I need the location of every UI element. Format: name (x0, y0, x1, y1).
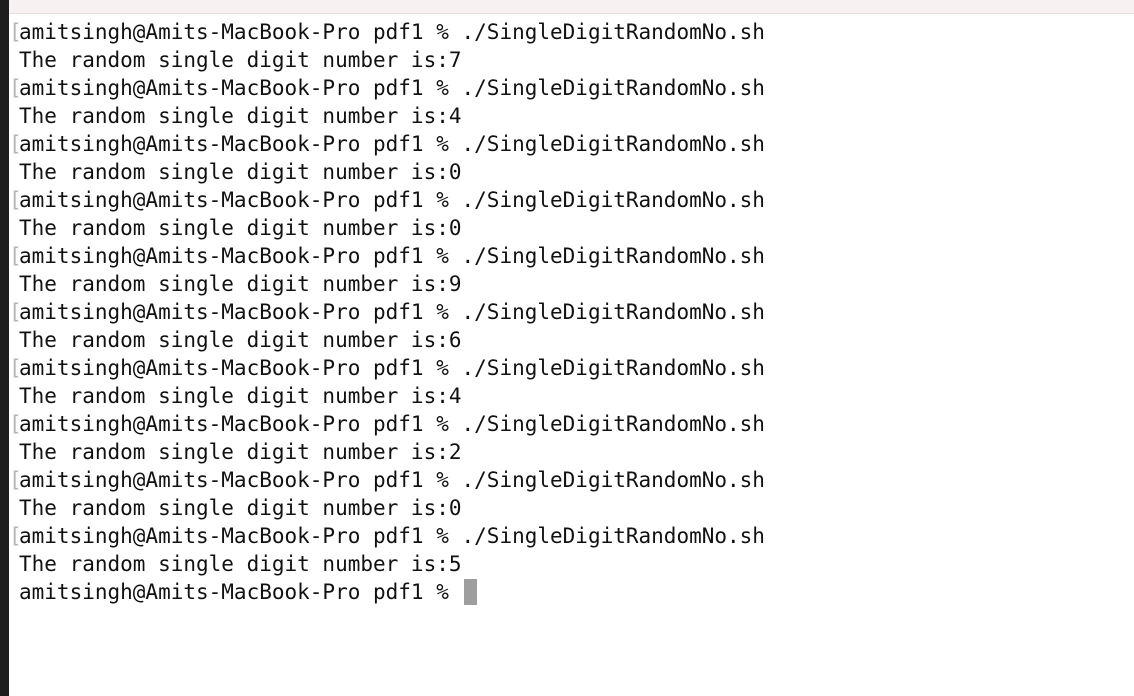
output-line: The random single digit number is: 2 (9, 438, 765, 466)
shell-prompt: amitsingh@Amits-MacBook-Pro pdf1 % (19, 132, 462, 156)
random-digit: 2 (448, 440, 462, 464)
command-mark: [ (9, 300, 22, 324)
shell-prompt: amitsingh@Amits-MacBook-Pro pdf1 % (19, 244, 462, 268)
shell-command: ./SingleDigitRandomNo.sh (461, 188, 765, 212)
output-text: The random single digit number is: (19, 328, 449, 352)
output-line: The random single digit number is: 0 (9, 214, 765, 242)
output-text: The random single digit number is: (19, 104, 449, 128)
shell-prompt: amitsingh@Amits-MacBook-Pro pdf1 % (19, 76, 462, 100)
shell-command: ./SingleDigitRandomNo.sh (461, 300, 765, 324)
command-line: [amitsingh@Amits-MacBook-Pro pdf1 % ./Si… (9, 522, 765, 550)
shell-prompt: amitsingh@Amits-MacBook-Pro pdf1 % (19, 356, 462, 380)
command-line: [amitsingh@Amits-MacBook-Pro pdf1 % ./Si… (9, 410, 765, 438)
shell-command: ./SingleDigitRandomNo.sh (461, 524, 765, 548)
shell-prompt: amitsingh@Amits-MacBook-Pro pdf1 % (19, 20, 462, 44)
shell-command: ./SingleDigitRandomNo.sh (461, 132, 765, 156)
random-digit: 0 (448, 216, 462, 240)
random-digit: 0 (448, 160, 462, 184)
random-digit: 7 (448, 48, 462, 72)
shell-prompt: amitsingh@Amits-MacBook-Pro pdf1 % (19, 524, 462, 548)
shell-command: ./SingleDigitRandomNo.sh (461, 76, 765, 100)
output-text: The random single digit number is: (19, 160, 449, 184)
output-text: The random single digit number is: (19, 48, 449, 72)
shell-prompt: amitsingh@Amits-MacBook-Pro pdf1 % (19, 412, 462, 436)
command-mark: [ (9, 188, 22, 212)
shell-prompt: amitsingh@Amits-MacBook-Pro pdf1 % (19, 300, 462, 324)
random-digit: 5 (448, 552, 462, 576)
shell-command: ./SingleDigitRandomNo.sh (461, 412, 765, 436)
shell-command: ./SingleDigitRandomNo.sh (461, 20, 765, 44)
output-text: The random single digit number is: (19, 216, 449, 240)
command-line: [amitsingh@Amits-MacBook-Pro pdf1 % ./Si… (9, 242, 765, 270)
output-text: The random single digit number is: (19, 552, 449, 576)
random-digit: 4 (448, 104, 462, 128)
output-text: The random single digit number is: (19, 440, 449, 464)
active-prompt-line[interactable]: amitsingh@Amits-MacBook-Pro pdf1 % (9, 578, 765, 606)
command-mark: [ (9, 20, 22, 44)
output-text: The random single digit number is: (19, 272, 449, 296)
command-mark: [ (9, 468, 22, 492)
random-digit: 4 (448, 384, 462, 408)
shell-prompt: amitsingh@Amits-MacBook-Pro pdf1 % (19, 188, 462, 212)
output-line: The random single digit number is: 4 (9, 382, 765, 410)
random-digit: 9 (448, 272, 462, 296)
shell-prompt: amitsingh@Amits-MacBook-Pro pdf1 % (19, 468, 462, 492)
terminal-window: [amitsingh@Amits-MacBook-Pro pdf1 % ./Si… (0, 0, 1134, 696)
random-digit: 0 (448, 496, 462, 520)
output-line: The random single digit number is: 5 (9, 550, 765, 578)
shell-command: ./SingleDigitRandomNo.sh (461, 468, 765, 492)
command-mark: [ (9, 412, 22, 436)
output-line: The random single digit number is: 4 (9, 102, 765, 130)
text-cursor[interactable] (463, 579, 477, 605)
shell-prompt: amitsingh@Amits-MacBook-Pro pdf1 % (19, 580, 462, 604)
command-line: [amitsingh@Amits-MacBook-Pro pdf1 % ./Si… (9, 18, 765, 46)
shell-command: ./SingleDigitRandomNo.sh (461, 356, 765, 380)
output-line: The random single digit number is: 6 (9, 326, 765, 354)
command-line: [amitsingh@Amits-MacBook-Pro pdf1 % ./Si… (9, 354, 765, 382)
output-text: The random single digit number is: (19, 384, 449, 408)
window-edge (0, 0, 9, 696)
random-digit: 6 (448, 328, 462, 352)
shell-command: ./SingleDigitRandomNo.sh (461, 244, 765, 268)
command-line: [amitsingh@Amits-MacBook-Pro pdf1 % ./Si… (9, 466, 765, 494)
output-text: The random single digit number is: (19, 496, 449, 520)
command-mark: [ (9, 132, 22, 156)
command-mark: [ (9, 356, 22, 380)
command-mark: [ (9, 76, 22, 100)
command-line: [amitsingh@Amits-MacBook-Pro pdf1 % ./Si… (9, 186, 765, 214)
output-line: The random single digit number is: 7 (9, 46, 765, 74)
command-line: [amitsingh@Amits-MacBook-Pro pdf1 % ./Si… (9, 298, 765, 326)
command-line: [amitsingh@Amits-MacBook-Pro pdf1 % ./Si… (9, 130, 765, 158)
output-line: The random single digit number is: 0 (9, 494, 765, 522)
output-line: The random single digit number is: 0 (9, 158, 765, 186)
command-mark: [ (9, 244, 22, 268)
title-bar-strip (9, 0, 1134, 14)
output-line: The random single digit number is: 9 (9, 270, 765, 298)
command-line: [amitsingh@Amits-MacBook-Pro pdf1 % ./Si… (9, 74, 765, 102)
terminal-output: [amitsingh@Amits-MacBook-Pro pdf1 % ./Si… (9, 18, 765, 606)
command-mark: [ (9, 524, 22, 548)
terminal-pane[interactable]: [amitsingh@Amits-MacBook-Pro pdf1 % ./Si… (9, 14, 1134, 696)
